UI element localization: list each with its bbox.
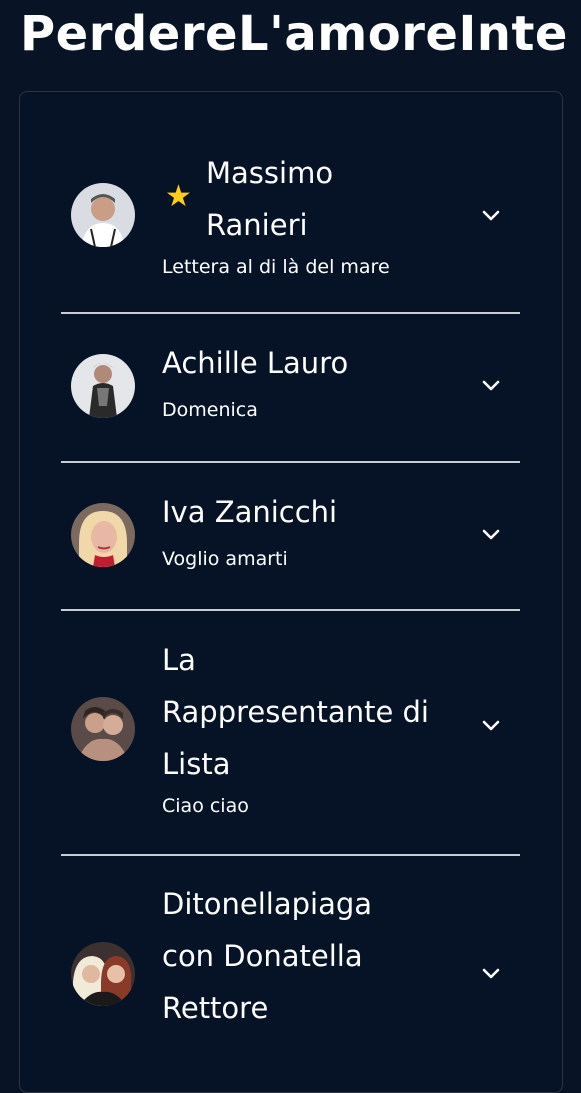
- artist-name: Iva Zanicchi: [162, 495, 338, 529]
- star-icon: ★: [165, 179, 192, 214]
- divider: [61, 312, 520, 314]
- song-title: Ciao ciao: [162, 795, 249, 817]
- avatar: [71, 697, 135, 761]
- artist-name: Achille Lauro: [162, 346, 349, 380]
- list-item[interactable]: Iva Zanicchi Voglio amarti: [61, 486, 520, 601]
- artist-name: Rettore: [162, 991, 269, 1025]
- chevron-down-icon[interactable]: [482, 207, 500, 225]
- divider: [61, 854, 520, 856]
- page-title: PerdereL'amoreInte: [20, 6, 568, 62]
- artist-name: con Donatella: [162, 939, 363, 973]
- list-item[interactable]: Achille Lauro Domenica: [61, 337, 520, 452]
- divider: [61, 609, 520, 611]
- list-item[interactable]: Ditonellapiaga con Donatella Rettore: [61, 878, 520, 1038]
- artist-name: Massimo: [206, 156, 334, 190]
- artist-name: Ranieri: [206, 208, 308, 242]
- chevron-down-icon[interactable]: [482, 717, 500, 735]
- chevron-down-icon[interactable]: [482, 377, 500, 395]
- chevron-down-icon[interactable]: [482, 526, 500, 544]
- avatar: [71, 183, 135, 247]
- song-title: Lettera al di là del mare: [162, 256, 390, 278]
- avatar: [71, 942, 135, 1006]
- artist-list-card: ★ Massimo Ranieri Lettera al di là del m…: [19, 91, 563, 1093]
- artist-name: Rappresentante di: [162, 695, 429, 729]
- artist-name: La: [162, 643, 196, 677]
- song-title: Domenica: [162, 399, 258, 421]
- avatar: [71, 354, 135, 418]
- song-title: Voglio amarti: [162, 548, 288, 570]
- artist-name: Lista: [162, 747, 231, 781]
- chevron-down-icon[interactable]: [482, 965, 500, 983]
- avatar: [71, 503, 135, 567]
- divider: [61, 461, 520, 463]
- list-item[interactable]: ★ Massimo Ranieri Lettera al di là del m…: [61, 147, 520, 317]
- artist-name: Ditonellapiaga: [162, 887, 373, 921]
- list-item[interactable]: La Rappresentante di Lista Ciao ciao: [61, 634, 520, 839]
